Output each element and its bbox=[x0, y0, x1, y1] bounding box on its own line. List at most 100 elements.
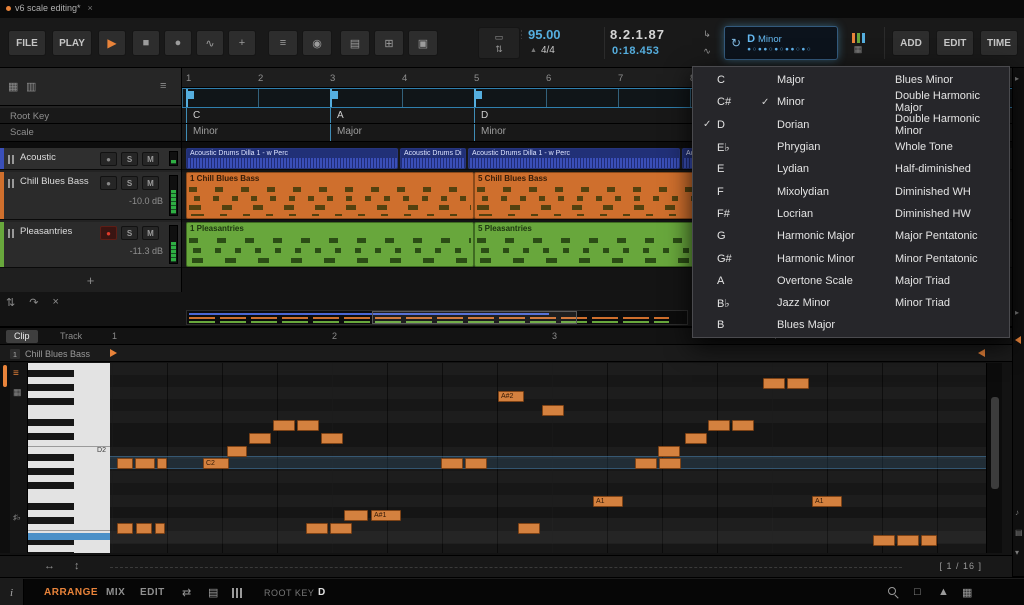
record-arm-button[interactable]: ● bbox=[100, 176, 117, 190]
midi-note[interactable]: C2 bbox=[203, 458, 229, 469]
time-signature[interactable]: ▲ 4/4 bbox=[530, 45, 555, 56]
menu-scale-item[interactable]: Dorian bbox=[777, 119, 895, 131]
menu-row[interactable]: ✓ D Dorian Double Harmonic Minor bbox=[693, 114, 1009, 136]
track-volume-db[interactable]: -11.3 dB bbox=[130, 246, 163, 256]
menu-scale-item[interactable]: Lydian bbox=[777, 163, 895, 175]
keyboard-icon[interactable]: ▤ bbox=[208, 586, 218, 599]
scroll-arrow-icon[interactable] bbox=[1015, 336, 1021, 344]
menu-row[interactable]: F Mixolydian Diminished WH bbox=[693, 180, 1009, 202]
pads-icon[interactable]: ◉ bbox=[302, 30, 332, 56]
midi-note[interactable] bbox=[157, 458, 167, 469]
menu-scale-item-2[interactable]: Diminished HW bbox=[895, 208, 999, 220]
add-button[interactable]: ADD bbox=[892, 30, 930, 56]
scale-widget[interactable]: ↻ DMinor ●○●●○●○●●○●○ bbox=[724, 26, 838, 60]
piano-keyboard[interactable]: D2 bbox=[28, 363, 110, 553]
menu-scale-item-2[interactable]: Major Triad bbox=[895, 275, 999, 287]
add-track-button[interactable]: + bbox=[0, 268, 181, 292]
midi-note[interactable] bbox=[659, 458, 681, 469]
midi-note[interactable] bbox=[635, 458, 657, 469]
midi-note[interactable] bbox=[227, 446, 247, 457]
midi-note[interactable] bbox=[441, 458, 463, 469]
mute-button[interactable]: M bbox=[142, 226, 159, 240]
midi-note[interactable] bbox=[321, 433, 343, 444]
view-edit[interactable]: EDIT bbox=[140, 587, 165, 598]
panel-chevron-icon[interactable]: ▸ bbox=[1015, 74, 1019, 83]
midi-note[interactable] bbox=[297, 420, 319, 431]
vertical-scrollbar[interactable] bbox=[986, 363, 1002, 553]
midi-note[interactable] bbox=[306, 523, 328, 534]
menu-root-item[interactable]: G# bbox=[717, 253, 761, 265]
menu-root-item[interactable]: B bbox=[717, 319, 761, 331]
tempo-display[interactable]: 95.00 bbox=[528, 27, 561, 42]
menu-root-item[interactable]: B♭ bbox=[717, 297, 761, 310]
midi-note[interactable] bbox=[921, 535, 937, 546]
play-icon[interactable]: ▶ bbox=[98, 30, 126, 56]
midi-note[interactable] bbox=[787, 378, 809, 389]
playhead-time[interactable]: 0:18.453 bbox=[612, 45, 659, 57]
close-icon[interactable]: × bbox=[88, 3, 93, 13]
info-toggle[interactable]: i bbox=[0, 579, 24, 605]
midi-note[interactable] bbox=[897, 535, 919, 546]
bass-clip[interactable]: 1 Chill Blues Bass bbox=[186, 172, 474, 219]
menu-scale-item[interactable]: Major bbox=[777, 74, 895, 86]
display-profile-box[interactable]: ▭ ⇅ bbox=[478, 27, 520, 59]
pads-grid-icon[interactable]: ▦ bbox=[962, 586, 972, 599]
menu-scale-item[interactable]: Minor bbox=[777, 96, 895, 108]
scale-region[interactable]: Major bbox=[330, 124, 474, 141]
midi-note[interactable] bbox=[249, 433, 271, 444]
midi-note[interactable] bbox=[344, 510, 368, 521]
record-arm-button[interactable]: ● bbox=[100, 226, 117, 240]
playhead-position[interactable]: 8.2.1.87 bbox=[610, 27, 665, 42]
file-icon[interactable]: □ bbox=[914, 586, 921, 598]
menu-row[interactable]: B Blues Major bbox=[693, 314, 1009, 336]
menu-row[interactable]: E Lydian Half-diminished bbox=[693, 158, 1009, 180]
key-change-marker[interactable] bbox=[186, 89, 188, 107]
menu-row[interactable]: C# ✓ Minor Double Harmonic Major bbox=[693, 91, 1009, 113]
key-change-marker[interactable] bbox=[474, 89, 476, 107]
list-panel-icon[interactable]: ▤ bbox=[1015, 528, 1023, 537]
midi-note[interactable] bbox=[873, 535, 895, 546]
menu-scale-item-2[interactable]: Minor Triad bbox=[895, 297, 999, 309]
midi-note[interactable] bbox=[708, 420, 730, 431]
accidentals-icon[interactable]: ♯♭ bbox=[13, 513, 21, 522]
menu-row[interactable]: F# Locrian Diminished HW bbox=[693, 203, 1009, 225]
midi-note[interactable] bbox=[330, 523, 352, 534]
stop-icon[interactable]: ■ bbox=[132, 30, 160, 56]
menu-root-item[interactable]: E♭ bbox=[717, 141, 761, 154]
midi-note[interactable] bbox=[658, 446, 680, 457]
menu-root-item[interactable]: A bbox=[717, 275, 761, 287]
menu-scale-item[interactable]: Locrian bbox=[777, 208, 895, 220]
menu-root-item[interactable]: E bbox=[717, 163, 761, 175]
midi-note[interactable]: A#2 bbox=[498, 391, 524, 402]
scroll-handle[interactable] bbox=[991, 397, 999, 489]
follow-playhead-icon[interactable]: ↷ bbox=[29, 296, 38, 309]
overview-viewport[interactable] bbox=[372, 311, 577, 324]
menu-row[interactable]: G Harmonic Major Major Pentatonic bbox=[693, 225, 1009, 247]
record-icon[interactable]: ● bbox=[164, 30, 192, 56]
mixer-icon[interactable] bbox=[232, 588, 242, 598]
mute-button[interactable]: M bbox=[142, 176, 159, 190]
search-icon[interactable] bbox=[888, 587, 896, 595]
fit-view-icon[interactable]: ⇅ bbox=[6, 296, 15, 309]
menu-scale-item[interactable]: Overtone Scale bbox=[777, 275, 895, 287]
metronome-icon[interactable]: ▲ bbox=[938, 586, 949, 598]
root-key-region[interactable]: A bbox=[330, 108, 474, 123]
midi-note[interactable] bbox=[117, 458, 133, 469]
arrangement-overview[interactable] bbox=[186, 310, 688, 325]
fold-notes-icon[interactable]: ▦ bbox=[13, 387, 22, 398]
track-row-pleasantries[interactable]: Pleasantries ● S M -11.3 dB bbox=[0, 222, 181, 268]
menu-scale-item[interactable]: Phrygian bbox=[777, 141, 895, 153]
menu-scale-item-2[interactable]: Major Pentatonic bbox=[895, 230, 999, 242]
solo-button[interactable]: S bbox=[121, 226, 138, 240]
scroll-handle[interactable] bbox=[3, 365, 7, 387]
menu-root-item[interactable]: D bbox=[717, 119, 761, 131]
menu-scale-item-2[interactable]: Half-diminished bbox=[895, 163, 999, 175]
list-view-icon[interactable]: ▥ bbox=[26, 80, 36, 93]
menu-scale-item-2[interactable]: Minor Pentatonic bbox=[895, 253, 999, 265]
menu-scale-item[interactable]: Harmonic Major bbox=[777, 230, 895, 242]
menu-root-item[interactable]: C bbox=[717, 74, 761, 86]
midi-note[interactable] bbox=[273, 420, 295, 431]
overdub-plus-icon[interactable]: + bbox=[228, 30, 256, 56]
midi-note[interactable] bbox=[518, 523, 540, 534]
add-panel-icon[interactable]: ⊞ bbox=[374, 30, 404, 56]
